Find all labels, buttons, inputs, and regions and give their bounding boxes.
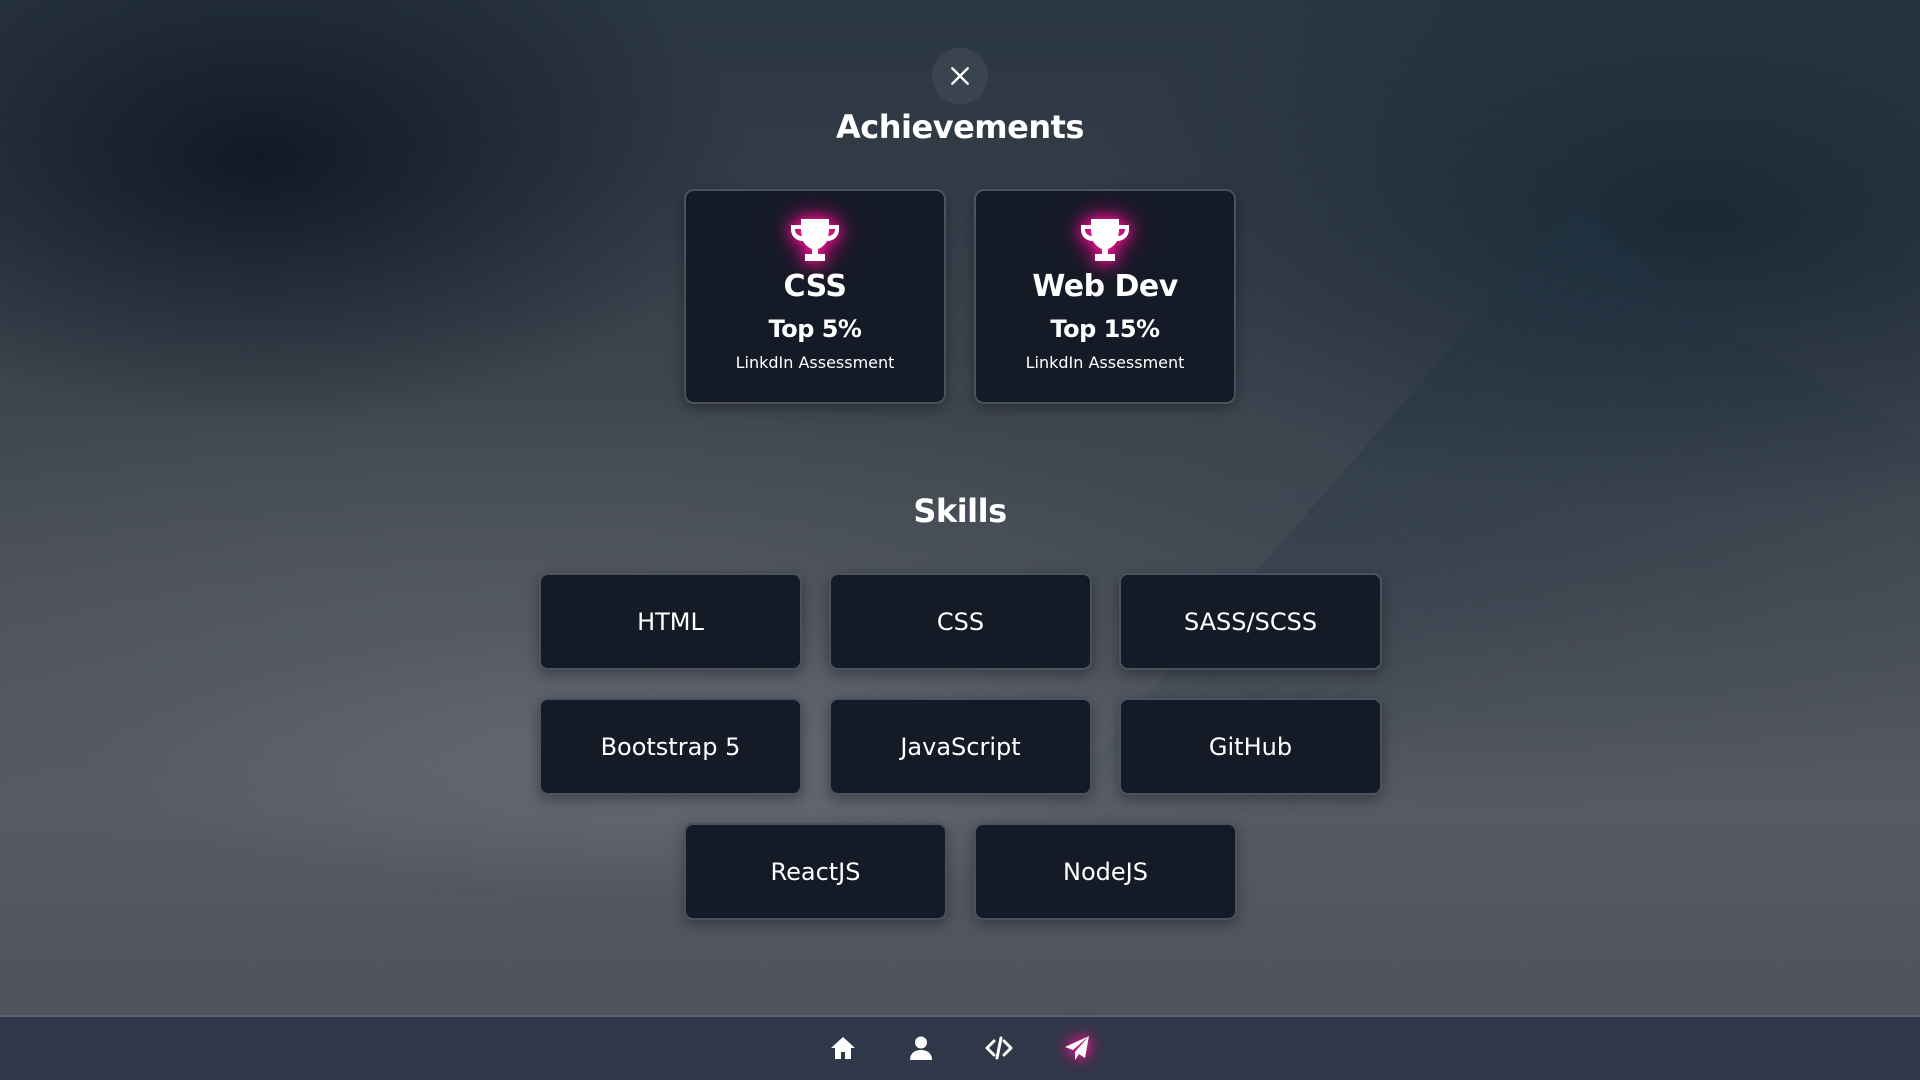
paper-plane-icon: [1065, 1036, 1089, 1060]
trophy-icon: [1081, 219, 1129, 261]
skill-sass-scss[interactable]: SASS/SCSS: [1119, 573, 1382, 670]
skill-reactjs[interactable]: ReactJS: [684, 823, 947, 920]
achievement-name: Web Dev: [1032, 269, 1178, 304]
achievement-source: LinkdIn Assessment: [735, 353, 895, 372]
achievement-card-css: CSS Top 5% LinkdIn Assessment: [684, 189, 946, 404]
skills-title: Skills: [913, 492, 1007, 530]
nav-home[interactable]: [826, 1031, 860, 1065]
achievement-card-web-dev: Web Dev Top 15% LinkdIn Assessment: [974, 189, 1236, 404]
achievement-source: LinkdIn Assessment: [1025, 353, 1185, 372]
portfolio-page: Achievements CSS Top 5% LinkdIn Assessme…: [0, 0, 1920, 1080]
skill-nodejs[interactable]: NodeJS: [974, 823, 1237, 920]
skill-css[interactable]: CSS: [829, 573, 1092, 670]
code-icon: [985, 1036, 1013, 1060]
skill-bootstrap[interactable]: Bootstrap 5: [539, 698, 802, 795]
skill-github[interactable]: GitHub: [1119, 698, 1382, 795]
skill-javascript[interactable]: JavaScript: [829, 698, 1092, 795]
skill-html[interactable]: HTML: [539, 573, 802, 670]
achievement-rank: Top 15%: [1050, 315, 1160, 343]
trophy-icon: [791, 219, 839, 261]
achievement-rank: Top 5%: [768, 315, 862, 343]
nav-about[interactable]: [904, 1031, 938, 1065]
close-icon: [951, 67, 969, 85]
bottom-navbar: [0, 1015, 1920, 1080]
achievements-title: Achievements: [836, 108, 1084, 146]
nav-contact[interactable]: [1060, 1031, 1094, 1065]
home-icon: [831, 1037, 855, 1059]
user-icon: [910, 1036, 932, 1060]
nav-projects[interactable]: [982, 1031, 1016, 1065]
achievement-name: CSS: [783, 269, 847, 304]
close-button[interactable]: [932, 48, 988, 104]
